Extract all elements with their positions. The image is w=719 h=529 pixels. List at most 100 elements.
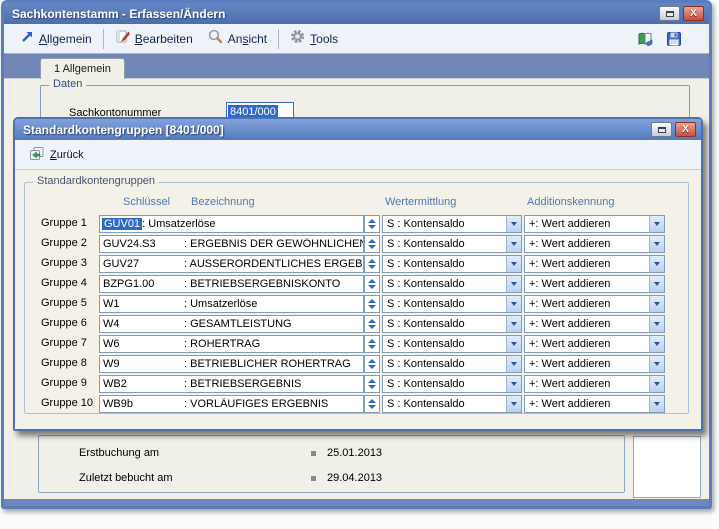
additionskennung-select[interactable]: +: Wert addieren bbox=[524, 275, 665, 293]
schluessel-spinner[interactable] bbox=[364, 275, 380, 293]
book-button[interactable] bbox=[636, 30, 654, 48]
dropdown-button[interactable] bbox=[506, 336, 521, 352]
dialog-maximize-button[interactable] bbox=[651, 122, 672, 137]
dropdown-button[interactable] bbox=[506, 316, 521, 332]
schluessel-spinner[interactable] bbox=[364, 355, 380, 373]
schluessel-value: GUV01 bbox=[102, 218, 142, 230]
additionskennung-select[interactable]: +: Wert addieren bbox=[524, 355, 665, 373]
dropdown-button[interactable] bbox=[506, 356, 521, 372]
dropdown-button[interactable] bbox=[506, 396, 521, 412]
additionskennung-select[interactable]: +: Wert addieren bbox=[524, 255, 665, 273]
erstbuchung-label: Erstbuchung am bbox=[79, 447, 279, 459]
additionskennung-select[interactable]: +: Wert addieren bbox=[524, 295, 665, 313]
kontengruppe-row: Gruppe 4 BZPG1.00 : BETRIEBSERGEBNISKONT… bbox=[25, 275, 688, 293]
schluessel-spinner[interactable] bbox=[364, 395, 380, 413]
schluessel-spinner[interactable] bbox=[364, 215, 380, 233]
kontengruppe-row: Gruppe 6 W4 : GESAMTLEISTUNG S : Kontens… bbox=[25, 315, 688, 333]
gruppe-label: Gruppe 6 bbox=[41, 317, 87, 329]
wertermittlung-select[interactable]: S : Kontensaldo bbox=[382, 275, 522, 293]
schluessel-bezeichnung-input[interactable]: W1 : Umsatzerlöse bbox=[99, 295, 364, 313]
schluessel-bezeichnung-input[interactable]: WB9b : VORLÄUFIGES ERGEBNIS bbox=[99, 395, 364, 413]
dialog-title: Standardkontengruppen [8401/000] bbox=[23, 123, 651, 137]
schluessel-spinner[interactable] bbox=[364, 255, 380, 273]
wertermittlung-value: S : Kontensaldo bbox=[383, 296, 506, 312]
spinner-up-icon bbox=[368, 379, 376, 383]
wertermittlung-select[interactable]: S : Kontensaldo bbox=[382, 215, 522, 233]
menu-tools[interactable]: Tools bbox=[283, 26, 345, 52]
dropdown-button[interactable] bbox=[506, 376, 521, 392]
menu-ansicht[interactable]: Ansicht bbox=[200, 26, 274, 52]
bullet-icon bbox=[311, 451, 316, 456]
schluessel-spinner[interactable] bbox=[364, 235, 380, 253]
dropdown-button[interactable] bbox=[506, 236, 521, 252]
dropdown-button[interactable] bbox=[649, 216, 664, 232]
dropdown-button[interactable] bbox=[649, 356, 664, 372]
schluessel-bezeichnung-input[interactable]: GUV27 : AUSSERORDENTLICHES ERGEBNIS bbox=[99, 255, 364, 273]
dialog-close-button[interactable]: X bbox=[675, 122, 696, 137]
wertermittlung-select[interactable]: S : Kontensaldo bbox=[382, 295, 522, 313]
dropdown-button[interactable] bbox=[506, 296, 521, 312]
bullet-icon bbox=[311, 476, 316, 481]
gruppe-label: Gruppe 9 bbox=[41, 377, 87, 389]
schluessel-spinner[interactable] bbox=[364, 335, 380, 353]
save-button[interactable] bbox=[665, 30, 683, 48]
schluessel-bezeichnung-input[interactable]: W9 : BETRIEBLICHER ROHERTRAG bbox=[99, 355, 364, 373]
wertermittlung-select[interactable]: S : Kontensaldo bbox=[382, 395, 522, 413]
wertermittlung-select[interactable]: S : Kontensaldo bbox=[382, 375, 522, 393]
wertermittlung-select[interactable]: S : Kontensaldo bbox=[382, 235, 522, 253]
dropdown-button[interactable] bbox=[506, 276, 521, 292]
additionskennung-value: +: Wert addieren bbox=[525, 316, 649, 332]
maximize-button[interactable] bbox=[659, 6, 680, 21]
main-titlebar[interactable]: Sachkontenstamm - Erfassen/Ändern X bbox=[4, 3, 709, 24]
wertermittlung-select[interactable]: S : Kontensaldo bbox=[382, 335, 522, 353]
additionskennung-select[interactable]: +: Wert addieren bbox=[524, 235, 665, 253]
menu-bearbeiten[interactable]: Bearbeiten bbox=[108, 26, 200, 52]
schluessel-bezeichnung-input[interactable]: W4 : GESAMTLEISTUNG bbox=[99, 315, 364, 333]
schluessel-spinner[interactable] bbox=[364, 375, 380, 393]
kontengruppe-row: Gruppe 10 WB9b : VORLÄUFIGES ERGEBNIS S … bbox=[25, 395, 688, 413]
dropdown-button[interactable] bbox=[649, 256, 664, 272]
additionskennung-select[interactable]: +: Wert addieren bbox=[524, 375, 665, 393]
schluessel-value: W1 bbox=[100, 298, 184, 310]
schluessel-value: W9 bbox=[100, 358, 184, 370]
spinner-down-icon bbox=[368, 245, 376, 249]
schluessel-bezeichnung-input[interactable]: W6 : ROHERTRAG bbox=[99, 335, 364, 353]
spinner-down-icon bbox=[368, 345, 376, 349]
additionskennung-select[interactable]: +: Wert addieren bbox=[524, 215, 665, 233]
dropdown-button[interactable] bbox=[649, 336, 664, 352]
close-button[interactable]: X bbox=[683, 6, 704, 21]
additionskennung-value: +: Wert addieren bbox=[525, 376, 649, 392]
additionskennung-select[interactable]: +: Wert addieren bbox=[524, 335, 665, 353]
chevron-down-icon bbox=[654, 322, 660, 326]
wertermittlung-select[interactable]: S : Kontensaldo bbox=[382, 255, 522, 273]
dropdown-button[interactable] bbox=[649, 376, 664, 392]
chevron-down-icon bbox=[654, 242, 660, 246]
spinner-down-icon bbox=[368, 285, 376, 289]
schluessel-value: BZPG1.00 bbox=[100, 278, 184, 290]
dropdown-button[interactable] bbox=[649, 316, 664, 332]
schluessel-bezeichnung-input[interactable]: BZPG1.00 : BETRIEBSERGEBNISKONTO bbox=[99, 275, 364, 293]
tab-allgemein[interactable]: 1 Allgemein bbox=[40, 58, 125, 79]
schluessel-spinner[interactable] bbox=[364, 295, 380, 313]
side-panel bbox=[633, 436, 701, 498]
wertermittlung-select[interactable]: S : Kontensaldo bbox=[382, 315, 522, 333]
schluessel-bezeichnung-input[interactable]: WB2 : BETRIEBSERGEBNIS bbox=[99, 375, 364, 393]
dropdown-button[interactable] bbox=[506, 256, 521, 272]
dropdown-button[interactable] bbox=[506, 216, 521, 232]
additionskennung-select[interactable]: +: Wert addieren bbox=[524, 395, 665, 413]
wertermittlung-value: S : Kontensaldo bbox=[383, 376, 506, 392]
dialog-titlebar[interactable]: Standardkontengruppen [8401/000] X bbox=[15, 119, 701, 140]
zurueck-button[interactable]: Zurück bbox=[29, 146, 84, 164]
menu-allgemein[interactable]: Allgemein bbox=[14, 27, 99, 51]
wertermittlung-select[interactable]: S : Kontensaldo bbox=[382, 355, 522, 373]
dropdown-button[interactable] bbox=[649, 236, 664, 252]
dropdown-button[interactable] bbox=[649, 296, 664, 312]
schluessel-bezeichnung-input[interactable]: GUV01 : Umsatzerlöse bbox=[99, 215, 364, 233]
dropdown-button[interactable] bbox=[649, 276, 664, 292]
schluessel-bezeichnung-input[interactable]: GUV24.S3 : ERGEBNIS DER GEWÖHNLICHEN GES bbox=[99, 235, 364, 253]
schluessel-spinner[interactable] bbox=[364, 315, 380, 333]
dropdown-button[interactable] bbox=[649, 396, 664, 412]
gruppe-label: Gruppe 8 bbox=[41, 357, 87, 369]
chevron-down-icon bbox=[654, 282, 660, 286]
additionskennung-select[interactable]: +: Wert addieren bbox=[524, 315, 665, 333]
